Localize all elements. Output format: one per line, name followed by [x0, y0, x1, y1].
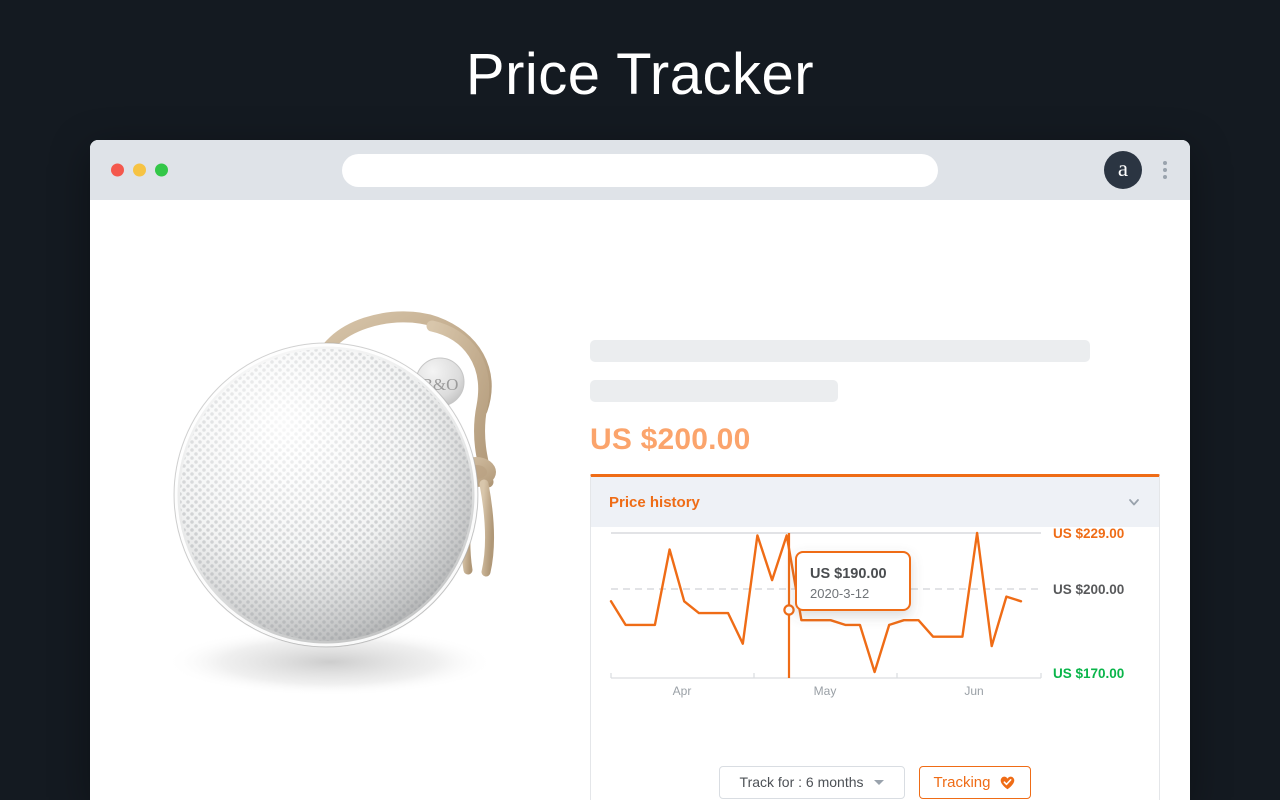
y-label-current: US $200.00 [1053, 582, 1124, 597]
price-history-title: Price history [609, 493, 700, 511]
kebab-menu-icon[interactable] [1156, 159, 1174, 181]
avatar[interactable]: a [1104, 151, 1142, 189]
kebab-dot [1163, 168, 1167, 172]
price-history-chart[interactable]: Apr May Jun US $190.00 2020-3-12 US $229… [591, 527, 1159, 742]
browser-toolbar: a [90, 140, 1190, 200]
minimize-window-button[interactable] [133, 163, 146, 177]
product-price: US $200.00 [590, 423, 751, 456]
window-controls [111, 163, 168, 177]
product-subtitle-placeholder [590, 380, 838, 402]
heart-check-icon [999, 774, 1016, 791]
browser-window: a B&O US $200.00 Price history Apr May J… [90, 140, 1190, 800]
tracking-button[interactable]: Tracking [918, 765, 1032, 799]
page-viewport: B&O US $200.00 Price history Apr May Jun… [90, 200, 1190, 800]
kebab-dot [1163, 161, 1167, 165]
x-tick-label: Apr [673, 684, 692, 698]
caret-down-icon [873, 779, 884, 785]
chevron-down-icon[interactable] [1127, 495, 1141, 509]
product-info: US $200.00 Price history Apr May Jun US … [590, 340, 1160, 800]
tracking-button-label: Tracking [933, 773, 991, 791]
y-label-high: US $229.00 [1053, 527, 1124, 541]
product-image: B&O [130, 260, 590, 720]
price-history-header[interactable]: Price history [591, 477, 1159, 527]
price-history-card: Price history Apr May Jun US $190.00 202… [590, 474, 1160, 800]
kebab-dot [1163, 175, 1167, 179]
tooltip-date: 2020-3-12 [810, 586, 869, 601]
track-duration-select[interactable]: Track for : 6 months [718, 765, 905, 799]
x-tick-label: May [814, 684, 837, 698]
track-duration-label: Track for : 6 months [739, 774, 864, 790]
x-tick-label: Jun [964, 684, 983, 698]
page-title: Price Tracker [465, 42, 815, 107]
address-bar-input[interactable] [342, 154, 938, 187]
price-history-footer: Track for : 6 months Tracking [591, 742, 1159, 800]
avatar-letter: a [1117, 156, 1129, 181]
app-root: Price Tracker a B&O US $200.00 Price his… [0, 0, 1280, 800]
y-label-low: US $170.00 [1053, 666, 1124, 681]
product-title-placeholder [590, 340, 1090, 362]
chart-marker-point [783, 604, 795, 616]
close-window-button[interactable] [111, 163, 124, 177]
maximize-window-button[interactable] [155, 163, 168, 177]
tooltip-price: US $190.00 [810, 566, 887, 582]
